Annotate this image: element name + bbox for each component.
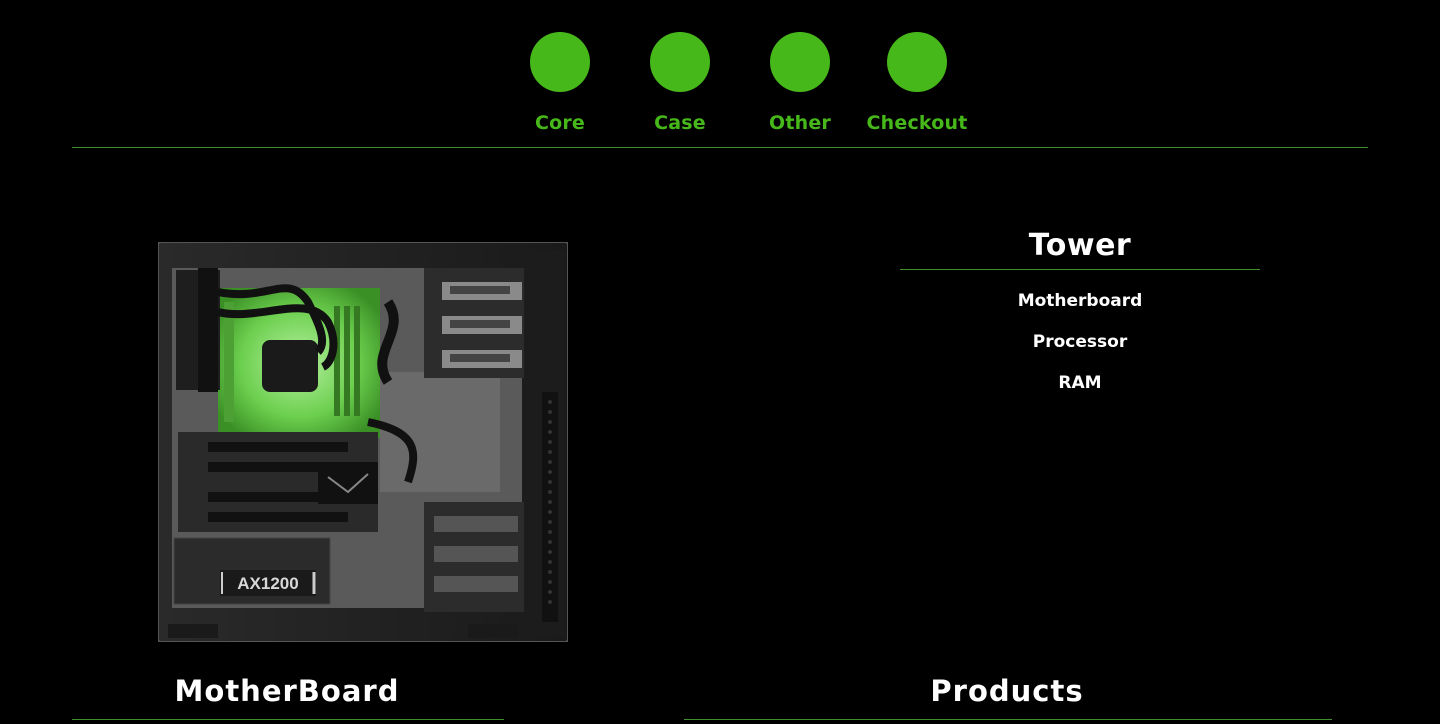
step-core-label[interactable]: Core xyxy=(500,112,620,134)
tower-divider xyxy=(900,269,1260,270)
step-case-label[interactable]: Case xyxy=(620,112,740,134)
step-checkout-dot[interactable] xyxy=(887,32,947,92)
step-checkout-label[interactable]: Checkout xyxy=(857,112,977,134)
pc-case-image: AX1200 xyxy=(158,242,568,642)
products-section-title: Products xyxy=(930,674,1084,708)
tower-item-processor[interactable]: Processor xyxy=(900,331,1260,372)
motherboard-section-title: MotherBoard xyxy=(174,674,400,708)
step-other[interactable]: Other xyxy=(740,32,860,134)
motherboard-section-divider xyxy=(72,719,504,720)
step-case[interactable]: Case xyxy=(620,32,740,134)
checkout-stepper: Core Case Other Checkout xyxy=(0,32,1440,142)
step-core-dot[interactable] xyxy=(530,32,590,92)
step-checkout[interactable]: Checkout xyxy=(857,32,977,134)
tower-title: Tower xyxy=(1028,228,1132,263)
tower-component-list: Motherboard Processor RAM xyxy=(900,290,1260,413)
tower-item-motherboard[interactable]: Motherboard xyxy=(900,290,1260,331)
tower-item-ram[interactable]: RAM xyxy=(900,372,1260,413)
header-divider xyxy=(72,147,1368,148)
step-core[interactable]: Core xyxy=(500,32,620,134)
psu-model-label: AX1200 xyxy=(237,574,298,593)
step-other-label[interactable]: Other xyxy=(740,112,860,134)
step-case-dot[interactable] xyxy=(650,32,710,92)
products-section-divider xyxy=(684,719,1332,720)
step-other-dot[interactable] xyxy=(770,32,830,92)
